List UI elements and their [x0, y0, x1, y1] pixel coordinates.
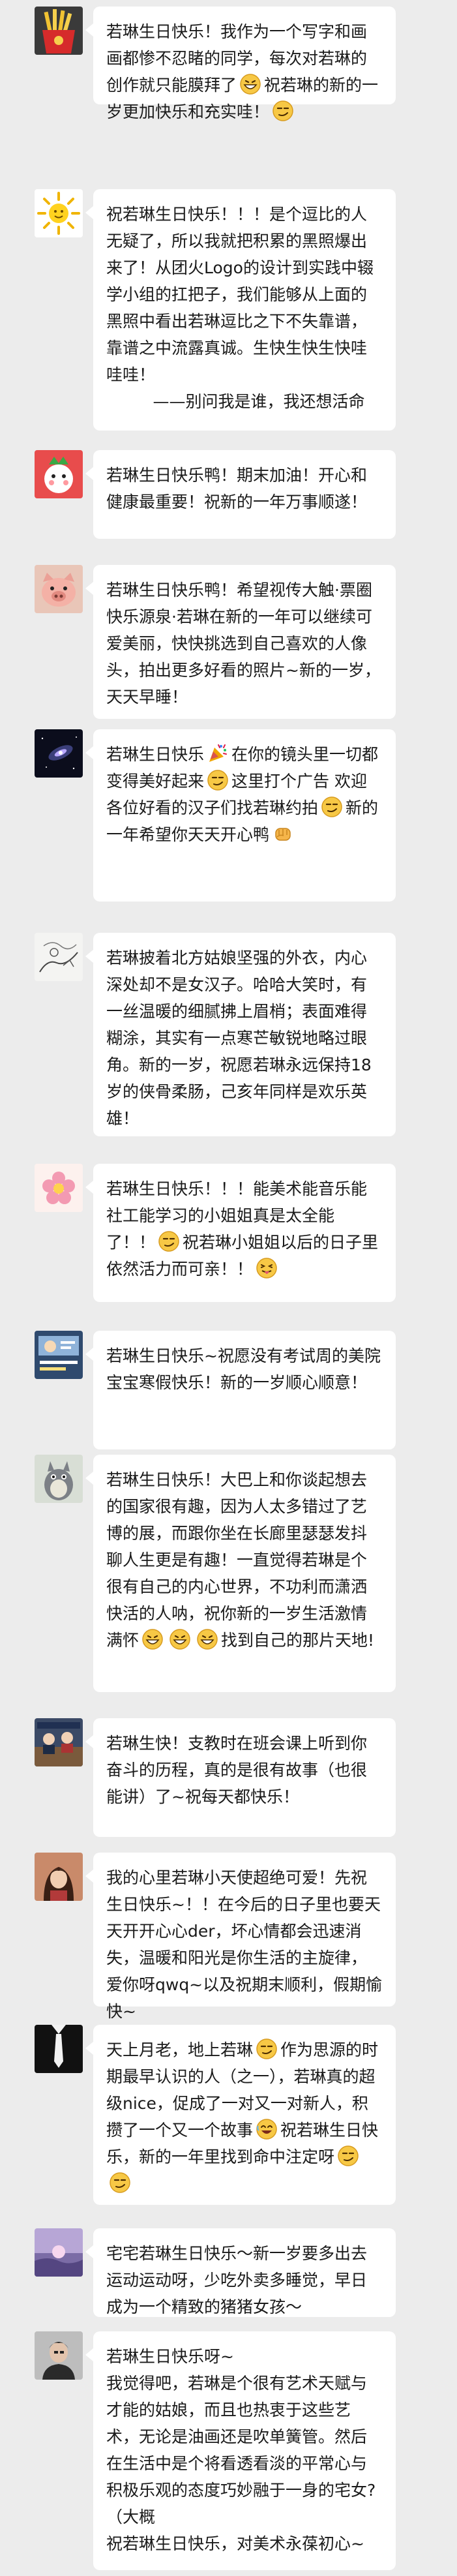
- comment-bubble: 若琳披着北方姑娘坚强的外衣，内心深处却不是女汉子。哈哈大笑时，有一丝温暖的细腻拂…: [85, 933, 396, 1136]
- smirk-emoji-icon: [158, 1230, 180, 1252]
- pig-avatar[interactable]: [35, 565, 83, 613]
- girl-avatar[interactable]: [35, 1853, 83, 1901]
- comment-bubble: 若琳生日快乐鸭！希望视传大触·票圈快乐源泉·若琳在新的一年可以继续可爱美丽，快快…: [85, 565, 396, 719]
- comment-text: 若琳生日快乐~祝愿没有考试周的美院宝宝寒假快乐！新的一岁顺心顺意！: [106, 1346, 381, 1392]
- fries-avatar[interactable]: [35, 7, 83, 55]
- comment-bubble: 若琳生日快乐~祝愿没有考试周的美院宝宝寒假快乐！新的一岁顺心顺意！: [85, 1331, 396, 1449]
- laugh-emoji-icon: [256, 2118, 278, 2140]
- strawberry-avatar[interactable]: [35, 450, 83, 498]
- flower-avatar[interactable]: [35, 1164, 83, 1212]
- comment-text: 若琳生快！支教时在班会课上听到你奋斗的历程，真的是很有故事（也很能讲）了~祝每天…: [106, 1734, 368, 1806]
- comment-text: 若琳生日快乐: [106, 745, 205, 764]
- galaxy-avatar[interactable]: [35, 729, 83, 778]
- sun-avatar[interactable]: [35, 189, 83, 237]
- smirk-emoji-icon: [207, 769, 229, 791]
- comment-text: 宅宅若琳生日快乐～新一岁要多出去运动运动呀，少吃外卖多睡觉，早日成为一个精致的猪…: [106, 2244, 368, 2316]
- sunset-avatar[interactable]: [35, 2228, 83, 2277]
- comment-text: 若琳生日快乐！大巴上和你谈起想去的国家很有趣，因为人太多错过了艺博的展，而跟你坐…: [106, 1470, 368, 1650]
- smirk-emoji-icon: [272, 100, 294, 122]
- grin-emoji-icon: [239, 73, 261, 95]
- comment-bubble: 若琳生日快乐！我作为一个写字和画画都惨不忍睹的同学，每次对若琳的创作就只能膜拜了…: [85, 7, 396, 121]
- man-avatar[interactable]: [35, 2331, 83, 2380]
- party-popper-icon: [207, 742, 229, 765]
- smirk-emoji-icon: [109, 2172, 131, 2194]
- grin-emoji-icon: [169, 1628, 191, 1650]
- fist-emoji-icon: [272, 823, 294, 845]
- poster-avatar[interactable]: [35, 1331, 83, 1379]
- comment-bubble: 若琳生日快乐！！！能美术能音乐能社工能学习的小姐姐真是太全能了！！ 祝若琳小姐姐以…: [85, 1164, 396, 1302]
- comment-text: 我的心里若琳小天使超绝可爱！先祝生日快乐~！！在今后的日子里也要天天开开心心de…: [106, 1868, 383, 2021]
- tongue-emoji-icon: [256, 1257, 278, 1279]
- comment-bubble: 天上月老，地上若琳 作为思源的时期最早认识的人（之一），若琳真的超级nice，促成…: [85, 2025, 396, 2205]
- comment-bubble: 我的心里若琳小天使超绝可爱！先祝生日快乐~！！在今后的日子里也要天天开开心心de…: [85, 1853, 396, 2021]
- comment-text: 若琳披着北方姑娘坚强的外衣，内心深处却不是女汉子。哈哈大笑时，有一丝温暖的细腻拂…: [106, 948, 372, 1128]
- comment-bubble: 若琳生日快乐 在你的镜头里一切都变得美好起来 这里打个广告 欢迎各位好看的汉子们找若…: [85, 729, 396, 902]
- grin-emoji-icon: [196, 1628, 218, 1650]
- comment-bubble: 若琳生日快乐呀~ 我觉得吧，若琳是个很有艺术天赋与才能的姑娘，而且也热衷于这些艺…: [85, 2331, 396, 2570]
- comment-text: 天上月老，地上若琳: [106, 2040, 254, 2059]
- comment-bubble: 宅宅若琳生日快乐～新一岁要多出去运动运动呀，少吃外卖多睡觉，早日成为一个精致的猪…: [85, 2228, 396, 2317]
- comment-bubble: 若琳生日快乐鸭！期末加油！开心和健康最重要！祝新的一年万事顺遂！: [85, 450, 396, 539]
- tie-avatar[interactable]: [35, 2025, 83, 2073]
- grin-emoji-icon: [141, 1628, 164, 1650]
- comment-bubble: 若琳生快！支教时在班会课上听到你奋斗的历程，真的是很有故事（也很能讲）了~祝每天…: [85, 1718, 396, 1837]
- comment-text: 若琳生日快乐鸭！希望视传大触·票圈快乐源泉·若琳在新的一年可以继续可爱美丽，快快…: [106, 581, 381, 706]
- comment-text: 找到自己的那片天地!: [221, 1631, 375, 1650]
- smirk-emoji-icon: [321, 796, 343, 818]
- sketch-avatar[interactable]: [35, 933, 83, 981]
- comment-feed: 若琳生日快乐！我作为一个写字和画画都惨不忍睹的同学，每次对若琳的创作就只能膜拜了…: [0, 0, 457, 2576]
- comment-text: 祝若琳生日快乐！！！是个逗比的人无疑了，所以我就把积累的黑照爆出来了！从团火Lo…: [106, 205, 374, 411]
- smirk-emoji-icon: [337, 2145, 359, 2167]
- smirk-emoji-icon: [256, 2038, 278, 2060]
- totoro-avatar[interactable]: [35, 1455, 83, 1503]
- comment-text: 若琳生日快乐鸭！期末加油！开心和健康最重要！祝新的一年万事顺遂！: [106, 466, 368, 511]
- comment-bubble: 祝若琳生日快乐！！！是个逗比的人无疑了，所以我就把积累的黑照爆出来了！从团火Lo…: [85, 189, 396, 431]
- comment-text: 若琳生日快乐呀~ 我觉得吧，若琳是个很有艺术天赋与才能的姑娘，而且也热衷于这些艺…: [106, 2347, 376, 2553]
- meeting-avatar[interactable]: [35, 1718, 83, 1766]
- comment-bubble: 若琳生日快乐！大巴上和你谈起想去的国家很有趣，因为人太多错过了艺博的展，而跟你坐…: [85, 1455, 396, 1692]
